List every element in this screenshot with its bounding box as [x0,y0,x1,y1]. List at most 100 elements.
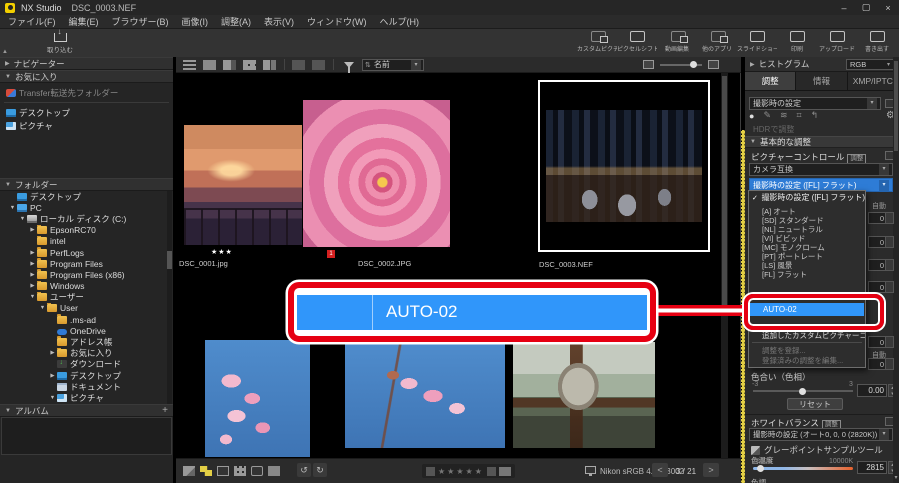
slider-handle[interactable] [690,60,697,68]
tree-item-folder[interactable]: ▼ ユーザー [0,291,173,303]
slideshow-button[interactable]: スライドショー [737,31,777,55]
sort-dropdown[interactable]: ⇅ 名前 ▾ [362,58,424,71]
favorites-header[interactable]: ▼ お気に入り [0,70,173,83]
parameter-spinner[interactable]: 0 [868,259,894,271]
thumbnail-display-icon[interactable] [183,466,195,476]
tab-adjustments[interactable]: 調整 [745,72,797,90]
tree-item-folder[interactable]: intel [0,235,173,247]
favorite-item[interactable]: デスクトップ [0,106,173,119]
grid-overlay-icon[interactable] [234,466,246,476]
small-thumbnail-icon[interactable] [643,60,654,69]
compare-view-icon[interactable] [263,59,276,70]
tree-item-desktop[interactable]: ▶ デスクトップ [0,370,173,381]
tree-item-folder[interactable]: ▶ PerfLogs [0,246,173,258]
grid-scrollbar[interactable] [721,73,728,458]
full-screen-icon[interactable] [312,59,325,70]
temperature-value-field[interactable]: 2815 [857,461,887,474]
tree-item-folder[interactable]: ▼ User [0,302,173,314]
tree-item-onedrive[interactable]: OneDrive [0,325,173,336]
menu-item-preset[interactable]: [NL] ニュートラル [749,225,865,234]
histogram-overlay-icon[interactable] [268,466,280,476]
slider-handle[interactable] [757,465,764,472]
custom-picture-control-button[interactable]: カスタムピクチャーコントロール [577,31,617,55]
slider-handle[interactable] [799,387,806,395]
menu-view[interactable]: 表示(V) [264,15,294,28]
previous-image-button[interactable]: < [652,463,668,477]
parameter-spinner[interactable]: 0 [868,212,894,224]
retouch-brush-icon[interactable]: ● [749,111,754,121]
menu-item-current[interactable]: ✓ 撮影時の設定 ([FL] フラット) [749,191,865,204]
tree-item-folder[interactable]: ▶ Windows [0,280,173,292]
rotate-right-button[interactable]: ↻ [313,463,327,477]
navigator-header[interactable]: ▶ ナビゲーター [0,57,173,70]
color-label-badge[interactable]: 1 [327,250,335,258]
straighten-icon[interactable]: ↰ [811,110,819,121]
print-button[interactable]: 印刷 [779,31,815,55]
import-button[interactable]: 取り込む [40,27,80,55]
menu-window[interactable]: ウィンドウ(W) [307,15,367,28]
menu-item-edit-custom[interactable]: 追加したカスタムピクチャーコントロールを編集... [749,330,865,340]
hue-value-field[interactable]: 0.00 [857,384,887,397]
no-rating-icon[interactable] [426,466,435,476]
tree-item-folder[interactable]: .ms-ad [0,314,173,325]
aspect-ratio-icon[interactable] [217,466,229,476]
menu-item-preset[interactable]: [A] オート [749,207,865,216]
toolbar-collapse-icon[interactable]: ▲ [2,49,8,55]
tree-item-pictures[interactable]: ▼ ピクチャ [0,392,173,403]
upload-button[interactable]: アップロード [819,31,855,55]
parameter-spinner[interactable]: 0 [868,236,894,248]
label-picker-icon[interactable] [498,466,511,476]
favorite-item[interactable]: Transfer転送先フォルダー [0,86,173,99]
menu-item-preset[interactable]: [LS] 風景 [749,261,865,270]
image-filmstrip-view-icon[interactable] [223,59,236,70]
label-filter-icon[interactable] [200,466,212,476]
thumbnail-size-slider[interactable] [660,60,702,68]
picture-control-mode-dropdown[interactable]: カメラ互換 ▾ [749,163,893,176]
tab-info[interactable]: 情報 [796,72,848,90]
rotate-left-button[interactable]: ↺ [297,463,311,477]
histogram-header[interactable]: ▶ ヒストグラム RGB ▾ [745,57,899,72]
thumbnail-photo[interactable] [205,340,310,457]
histogram-channel-dropdown[interactable]: RGB ▾ [846,58,894,70]
maximize-button[interactable]: ▢ [855,0,877,15]
menu-item-preset[interactable]: [SD] スタンダード [749,216,865,225]
thumbnail-list-view-icon[interactable] [183,59,196,70]
filter-icon[interactable] [344,61,354,73]
parameter-spinner[interactable]: 0 [868,336,894,348]
multi-view-icon[interactable] [243,59,256,70]
pencil-icon[interactable]: ✎ [763,110,771,121]
other-apps-button[interactable]: 他のアプリ [699,31,735,55]
menu-adjust[interactable]: 調整(A) [221,15,251,28]
reset-button[interactable]: リセット [787,398,843,410]
tree-item-local-disk[interactable]: ▼ ローカル ディスク (C:) [0,213,173,224]
menu-help[interactable]: ヘルプ(H) [380,15,420,28]
menu-file[interactable]: ファイル(F) [8,15,56,28]
movie-edit-button[interactable]: 動画編集 [659,31,695,55]
image-view-icon[interactable] [203,59,216,70]
tree-item-folder[interactable]: ▶ Program Files (x86) [0,269,173,280]
tree-item-folder[interactable]: ▶ お気に入り [0,347,173,359]
info-overlay-icon[interactable] [251,466,263,476]
levels-icon[interactable]: ≋ [780,110,788,121]
white-balance-dropdown[interactable]: 撮影時の設定 (オート0, 0, 0 (2820K)) ▾ [749,428,893,441]
thumbnail-dsc0003-selected[interactable] [538,80,710,252]
tree-item-folder[interactable]: ▶ Program Files [0,258,173,269]
folder-tree-scrollbar[interactable] [167,191,172,404]
tree-item-pc[interactable]: ▼ PC [0,202,173,213]
tree-item-downloads[interactable]: ダウンロード [0,359,173,370]
tree-item-folder[interactable]: アドレス帳 [0,336,173,347]
albums-header[interactable]: ▼ アルバム + [0,404,173,417]
tree-item-documents[interactable]: ドキュメント [0,381,173,392]
parameter-spinner[interactable]: 0 [868,281,894,293]
next-image-button[interactable]: > [703,463,719,477]
minimize-button[interactable]: – [833,0,855,15]
tree-item-desktop[interactable]: デスクトップ [0,191,173,202]
menu-item-register[interactable]: 調整を登録... [749,345,865,355]
thumbnail-photo[interactable] [345,344,505,448]
close-button[interactable]: × [877,0,899,15]
adjustment-preset-dropdown[interactable]: 撮影時の設定 ▾ [749,97,881,110]
menu-item-edit-registered[interactable]: 登録済みの調整を編集... [749,355,865,365]
menu-image[interactable]: 画像(I) [182,15,209,28]
add-album-button[interactable]: + [162,405,168,416]
parameter-spinner[interactable]: 0 [868,358,894,370]
